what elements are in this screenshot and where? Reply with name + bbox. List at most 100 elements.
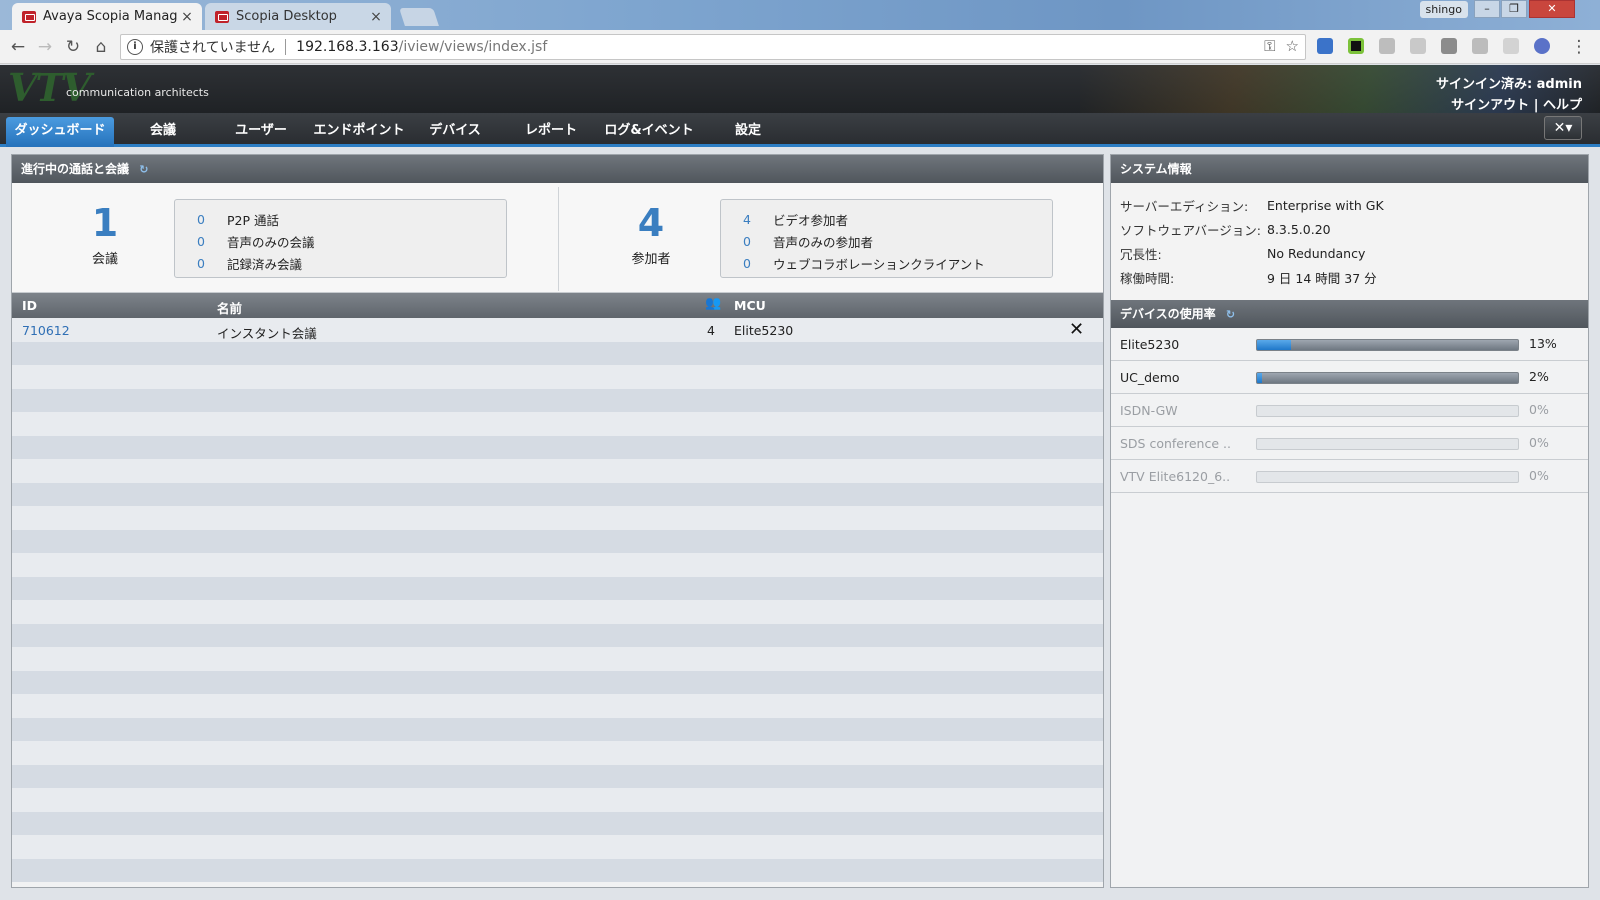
- info-icon[interactable]: i: [127, 39, 143, 55]
- empty-table-row: [12, 388, 1103, 412]
- tools-menu-button[interactable]: ✕▾: [1544, 116, 1582, 140]
- empty-table-row: [12, 529, 1103, 553]
- tab-devices[interactable]: デバイス: [418, 117, 492, 147]
- info-key: サーバーエディション:: [1120, 198, 1249, 214]
- browser-menu-icon[interactable]: ⋮: [1568, 36, 1590, 58]
- device-usage-percent: 0%: [1529, 468, 1549, 483]
- extension-gray-icon[interactable]: [1379, 38, 1395, 54]
- info-row: ソフトウェアバージョン: 8.3.5.0.20: [1120, 217, 1588, 241]
- info-row: 稼働時間: 9 日 14 時間 37 分: [1120, 265, 1588, 289]
- stat-label: 記録済み会議: [227, 256, 303, 272]
- stat-value: 4: [743, 211, 751, 227]
- tab-scopia-desktop[interactable]: Scopia Desktop ×: [205, 3, 391, 30]
- empty-table-row: [12, 811, 1103, 835]
- device-usage-fill: [1257, 340, 1291, 350]
- forward-arrow-icon[interactable]: →: [34, 36, 56, 58]
- tab-close-icon[interactable]: ×: [367, 9, 385, 25]
- stat-value: 0: [197, 255, 205, 271]
- maximize-button[interactable]: ❐: [1501, 0, 1527, 18]
- table-row[interactable]: 710612 インスタント会議 4 Elite5230 ✕: [12, 318, 1103, 342]
- tab-meetings[interactable]: 会議: [128, 117, 198, 147]
- key-icon[interactable]: ⚿: [1264, 37, 1275, 55]
- scopia-favicon-icon: [215, 10, 229, 23]
- calls-summary: 1 会議 0 P2P 通話 0 音声のみの会議 0 記録済み会議 4 参加者 4 ビデオ…: [12, 183, 1103, 293]
- close-window-button[interactable]: ✕: [1529, 0, 1575, 18]
- extension-dropbox-icon[interactable]: [1410, 38, 1426, 54]
- device-usage-row[interactable]: SDS conference .. 0%: [1111, 427, 1588, 460]
- help-link[interactable]: ヘルプ: [1543, 98, 1582, 113]
- device-name: Elite5230: [1120, 337, 1180, 352]
- empty-table-row: [12, 553, 1103, 577]
- device-usage-row[interactable]: Elite5230 13%: [1111, 328, 1588, 361]
- reload-icon[interactable]: ↻: [62, 36, 84, 58]
- panel-header: システム情報: [1111, 155, 1588, 183]
- participants-icon[interactable]: 👥: [705, 296, 721, 311]
- summary-divider: [558, 187, 559, 291]
- stat-row: 0 P2P 通話: [175, 208, 506, 230]
- tab-close-icon[interactable]: ×: [178, 9, 196, 25]
- extension-b-icon[interactable]: [1503, 38, 1519, 54]
- signout-link[interactable]: サインアウト: [1451, 98, 1529, 113]
- column-header-id[interactable]: ID: [22, 298, 37, 313]
- device-name: VTV Elite6120_6..: [1120, 469, 1231, 484]
- extension-eye-icon[interactable]: [1534, 38, 1550, 54]
- tab-dashboard[interactable]: ダッシュボード: [6, 117, 114, 147]
- browser-titlebar: Avaya Scopia Manager × Scopia Desktop × …: [0, 0, 1600, 30]
- empty-table-row: [12, 459, 1103, 483]
- new-tab-button[interactable]: [399, 8, 439, 26]
- refresh-icon[interactable]: ↻: [139, 163, 148, 176]
- conference-count-label: 会議: [91, 252, 118, 267]
- active-calls-panel: 進行中の通話と会議 ↻ 1 会議 0 P2P 通話 0 音声のみの会議 0 記録済み会…: [11, 154, 1104, 888]
- stat-row: 0 音声のみの会議: [175, 230, 506, 252]
- panel-header: 進行中の通話と会議 ↻: [12, 155, 1103, 183]
- browser-user-chip[interactable]: shingo: [1419, 1, 1468, 18]
- address-bar[interactable]: i 保護されていません 192.168.3.163/iview/views/in…: [120, 34, 1306, 60]
- stat-label: 音声のみの参加者: [773, 234, 874, 250]
- info-value: Enterprise with GK: [1267, 197, 1384, 213]
- tab-endpoints[interactable]: エンドポイント: [307, 117, 411, 147]
- stat-value: 0: [197, 233, 205, 249]
- info-value: 9 日 14 時間 37 分: [1267, 270, 1377, 286]
- empty-table-row: [12, 506, 1103, 530]
- empty-table-row: [12, 741, 1103, 765]
- refresh-icon[interactable]: ↻: [1226, 308, 1235, 321]
- device-usage-row[interactable]: VTV Elite6120_6.. 0%: [1111, 460, 1588, 493]
- device-usage-bar: [1256, 372, 1519, 384]
- tab-reports[interactable]: レポート: [514, 117, 588, 147]
- column-header-name[interactable]: 名前: [217, 298, 242, 317]
- tab-users[interactable]: ユーザー: [221, 117, 301, 147]
- header-links: サインアウト | ヘルプ: [1451, 94, 1582, 113]
- tools-icon: ✕▾: [1553, 120, 1573, 136]
- device-usage-fill: [1257, 373, 1263, 383]
- tab-logs-events[interactable]: ログ&イベント: [597, 117, 701, 147]
- device-usage-header: デバイスの使用率 ↻: [1111, 300, 1588, 328]
- stat-row: 0 ウェブコラボレーションクライアント: [721, 252, 1052, 274]
- extension-x-icon[interactable]: [1472, 38, 1488, 54]
- device-name: ISDN-GW: [1120, 403, 1178, 418]
- end-conference-icon[interactable]: ✕: [1069, 319, 1084, 340]
- panel-title: デバイスの使用率: [1120, 307, 1216, 321]
- empty-table-row: [12, 788, 1103, 812]
- empty-table-row: [12, 341, 1103, 365]
- extension-box-icon[interactable]: [1441, 38, 1457, 54]
- back-arrow-icon[interactable]: ←: [7, 36, 29, 58]
- participant-count-label: 参加者: [631, 252, 671, 267]
- tab-settings[interactable]: 設定: [718, 117, 778, 147]
- empty-table-row: [12, 835, 1103, 859]
- minimize-button[interactable]: –: [1474, 0, 1500, 18]
- device-usage-row[interactable]: UC_demo 2%: [1111, 361, 1588, 394]
- extension-check-icon[interactable]: [1348, 38, 1364, 54]
- empty-table-row: [12, 647, 1103, 671]
- info-row: 冗長性: No Redundancy: [1120, 241, 1588, 265]
- empty-table-row: [12, 623, 1103, 647]
- stat-label: ウェブコラボレーションクライアント: [773, 256, 985, 272]
- device-usage-row[interactable]: ISDN-GW 0%: [1111, 394, 1588, 427]
- bookmark-star-icon[interactable]: ☆: [1286, 37, 1299, 55]
- column-header-mcu[interactable]: MCU: [734, 298, 766, 313]
- tab-avaya-scopia-manager[interactable]: Avaya Scopia Manager ×: [12, 3, 202, 30]
- extension-chat-icon[interactable]: [1317, 38, 1333, 54]
- conference-id-link[interactable]: 710612: [22, 323, 70, 338]
- home-icon[interactable]: ⌂: [90, 36, 112, 58]
- conference-table-header: ID 名前 👥 MCU: [12, 293, 1103, 318]
- tab-title: Avaya Scopia Manager: [43, 9, 178, 24]
